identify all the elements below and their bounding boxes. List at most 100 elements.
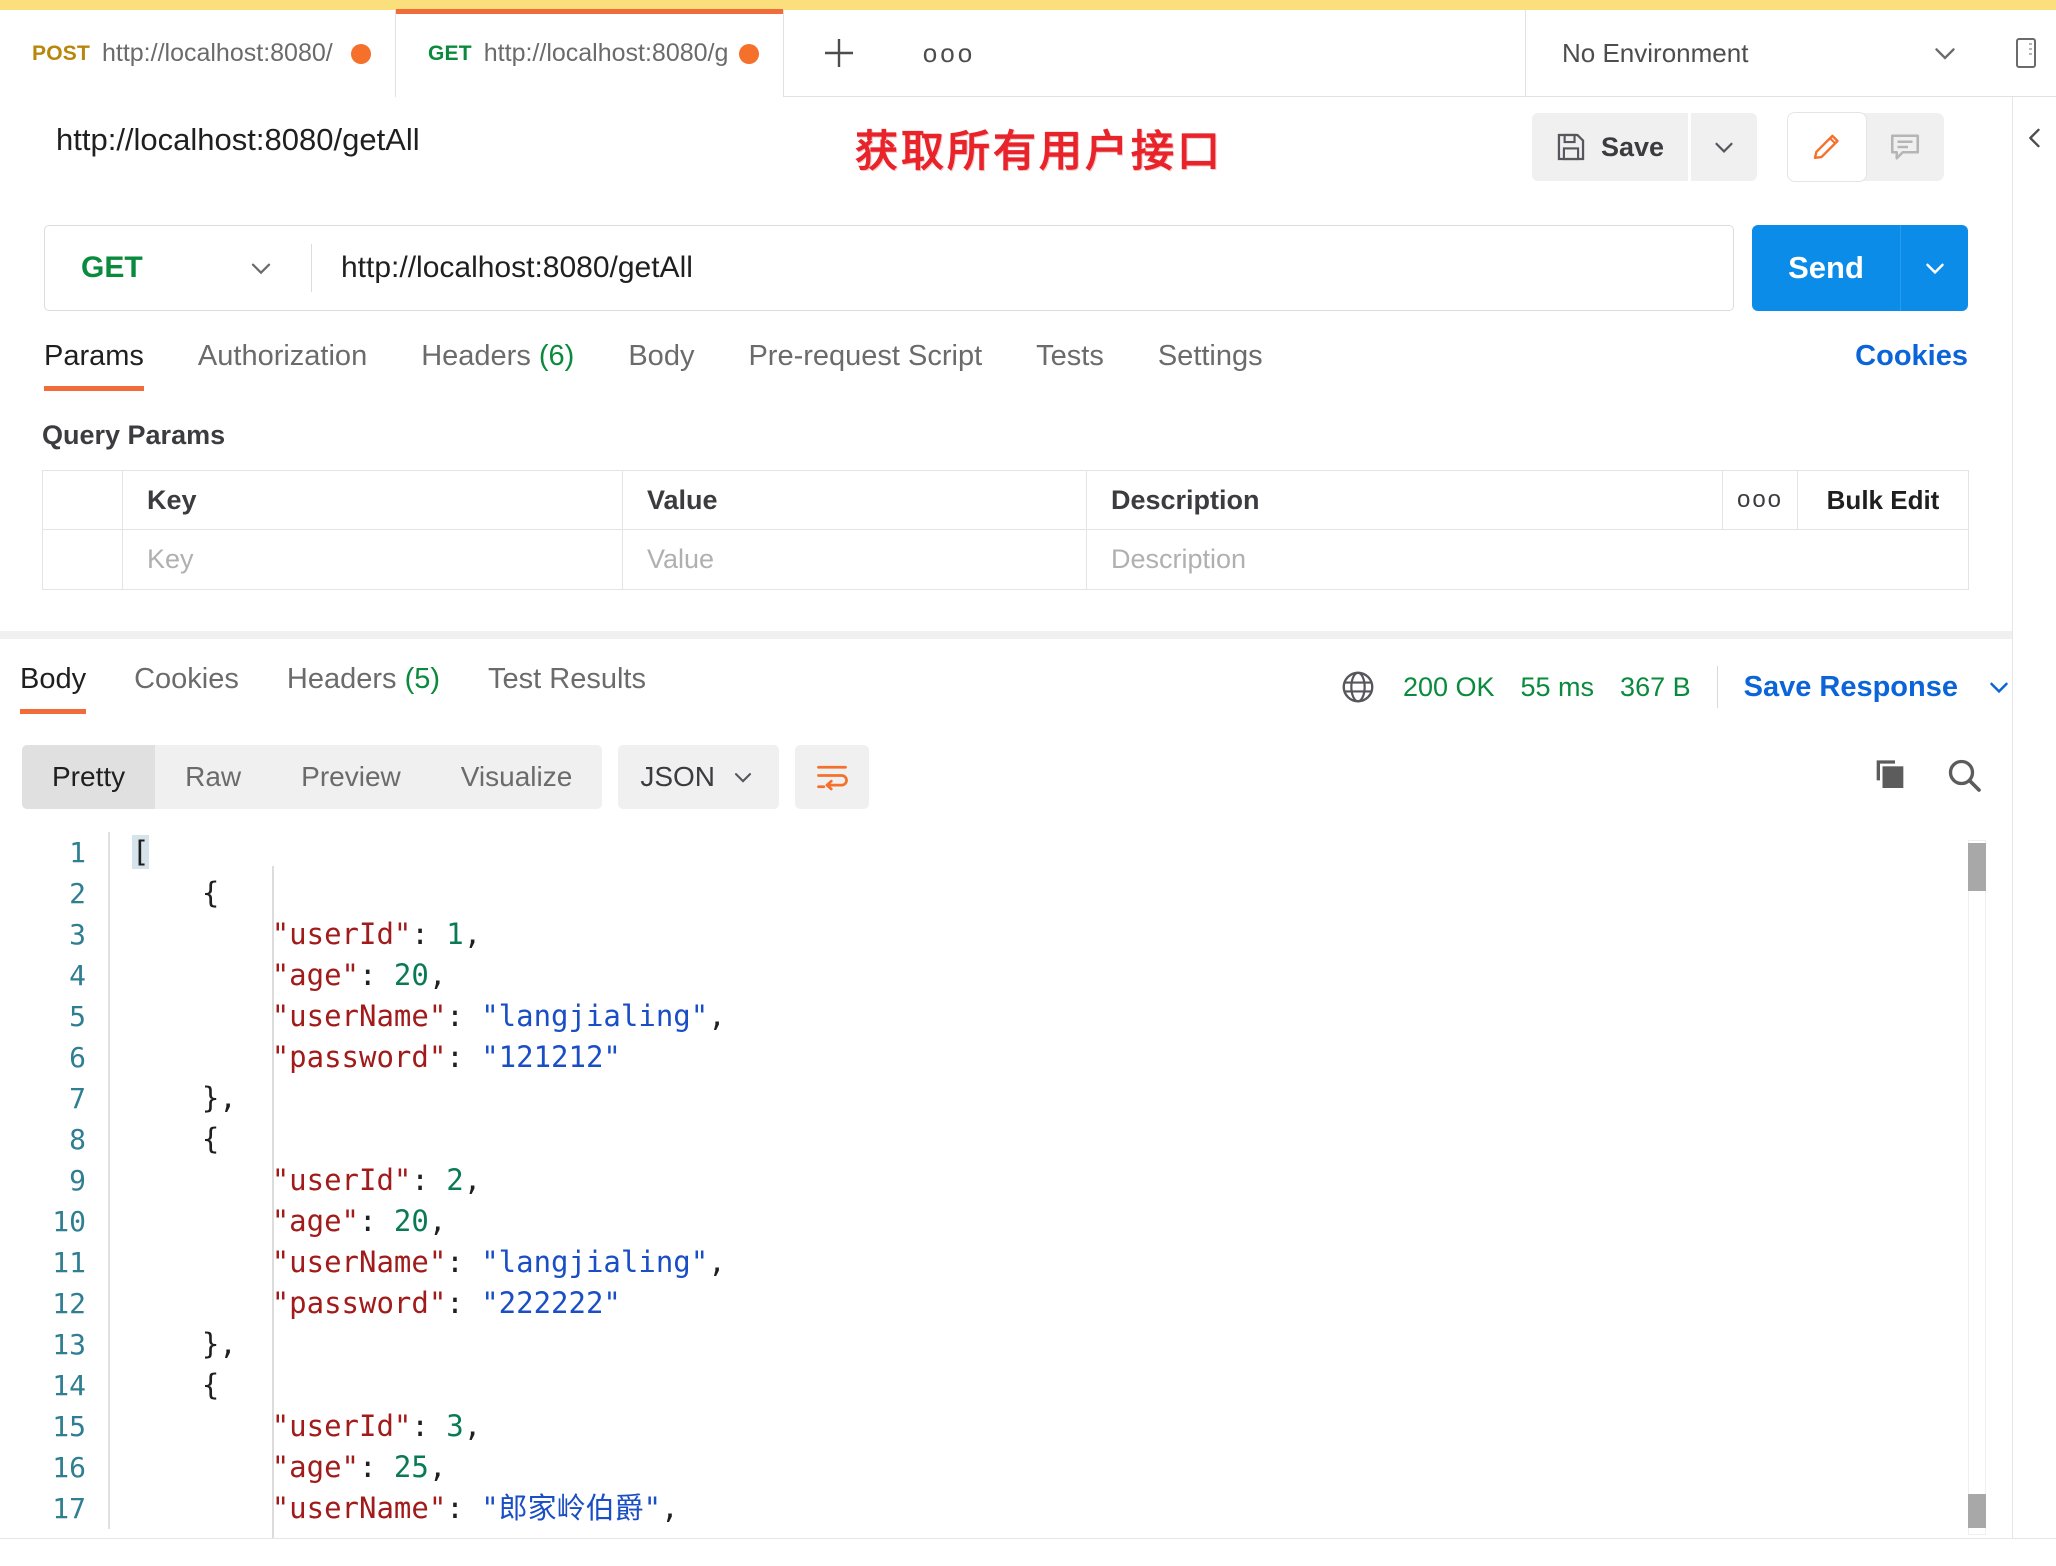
environment-selector[interactable]: No Environment [1526,10,1996,96]
code-token: "222222" [481,1286,621,1320]
table-row: Key Value Description [43,530,1968,589]
code-scrollbar-thumb[interactable] [1968,843,1986,891]
code-line: 3 "userId": 1, [0,914,2012,955]
code-token: { [201,1368,220,1402]
code-text: "age": 20, [110,955,447,996]
tab-pre-request-script[interactable]: Pre-request Script [748,340,982,391]
param-key-input[interactable]: Key [123,530,623,589]
code-token: : [359,1450,394,1484]
code-line: 17 "userName": "郎家岭伯爵", [0,1488,2012,1529]
request-tab-url: http://localhost:8080/g [483,41,727,66]
code-token: 25 [393,1450,429,1484]
code-scrollbar-track[interactable] [1968,840,1986,1535]
tab-label: Settings [1157,340,1263,372]
code-line: 5 "userName": "langjialing", [0,996,2012,1037]
code-line: 13 }, [0,1324,2012,1365]
tab-label: Authorization [197,340,368,372]
save-button[interactable]: Save [1531,113,1688,181]
chevron-down-icon [1715,142,1733,153]
code-token: "121212" [481,1040,621,1074]
environment-quick-look[interactable] [1996,10,2056,96]
response-format-select[interactable]: JSON [618,745,779,809]
request-tab-post[interactable]: POST http://localhost:8080/ [0,10,396,97]
code-line: 11 "userName": "langjialing", [0,1242,2012,1283]
floppy-disk-icon [1557,133,1585,161]
code-token: { [201,876,220,910]
param-value-input[interactable]: Value [623,530,1087,589]
code-token: "age" [271,1450,359,1484]
word-wrap-button[interactable] [795,745,869,809]
response-body-code[interactable]: 1[2 {3 "userId": 1, 4 "age": 20, 5 "userNa… [0,832,2012,1538]
save-options-button[interactable] [1691,113,1757,181]
globe-icon[interactable] [1339,668,1377,706]
bulk-edit-button[interactable]: Bulk Edit [1798,471,1968,529]
code-token: 1 [446,917,464,951]
tab-params[interactable]: Params [44,340,144,391]
edit-request-button[interactable] [1788,113,1866,181]
view-mode-preview[interactable]: Preview [271,745,431,809]
new-tab-button[interactable] [784,10,894,96]
tab-tests[interactable]: Tests [1036,340,1104,391]
code-token: "age" [271,1204,359,1238]
row-checkbox-cell[interactable] [43,530,123,589]
url-input[interactable]: http://localhost:8080/getAll [312,226,1733,310]
line-number: 7 [69,1082,86,1115]
tab-settings[interactable]: Settings [1158,340,1263,391]
code-text: "userId": 2, [110,1160,482,1201]
placeholder-text: Key [147,544,194,574]
http-method-select[interactable]: GET [45,226,311,310]
tab-count: (5) [404,663,441,695]
line-number: 11 [52,1246,86,1279]
response-tab-body[interactable]: Body [20,663,87,714]
tab-count: (6) [538,340,575,372]
code-token: : [446,999,482,1033]
send-options-button[interactable] [1900,225,1968,311]
view-mode-raw[interactable]: Raw [155,745,271,809]
response-tab-cookies[interactable]: Cookies [134,663,239,714]
line-number: 3 [69,918,86,951]
tab-more-button[interactable]: ooo [894,10,1004,96]
tab-authorization[interactable]: Authorization [198,340,367,391]
code-scrollbar-thumb-bottom[interactable] [1968,1494,1986,1528]
page-title: http://localhost:8080/getAll [56,122,420,157]
view-mode-visualize[interactable]: Visualize [431,745,603,809]
response-size: 367 B [1620,671,1691,702]
request-tab-method: POST [32,41,90,65]
response-action-icons [1870,755,1984,795]
request-tab-get[interactable]: GET http://localhost:8080/g [396,9,784,97]
chevron-down-icon[interactable] [1984,672,2014,702]
save-response-button[interactable]: Save Response [1744,671,1958,704]
code-line: 1[ [0,832,2012,873]
code-text: }, [110,1324,237,1365]
code-line: 14 { [0,1365,2012,1406]
column-header-key: Key [123,471,623,530]
params-more-button[interactable]: ooo [1723,471,1798,530]
param-description-input[interactable]: Description [1087,530,1968,589]
response-view-mode-group: Pretty Raw Preview Visualize [22,745,603,809]
pencil-icon [1813,134,1839,159]
select-all-cell[interactable] [43,471,123,530]
response-tab-headers[interactable]: Headers (5) [287,663,440,714]
code-text: "userName": "郎家岭伯爵", [110,1488,679,1529]
send-button[interactable]: Send [1752,225,1900,311]
code-text: { [110,1119,219,1160]
expand-right-sidebar-button[interactable] [2021,121,2049,160]
response-divider[interactable] [0,631,2012,639]
tab-label: Body [20,663,87,695]
copy-icon[interactable] [1870,755,1910,795]
search-icon[interactable] [1944,755,1984,795]
comments-button[interactable] [1866,113,1944,181]
placeholder-text: Description [1111,544,1247,574]
cookies-link[interactable]: Cookies [1855,340,1968,373]
code-text: "userId": 3, [110,1406,482,1447]
tab-body[interactable]: Body [628,340,694,391]
response-tab-test-results[interactable]: Test Results [488,663,646,714]
tab-label: Headers [286,663,397,695]
view-mode-pretty[interactable]: Pretty [22,745,156,809]
chevron-down-icon [734,773,752,783]
tab-headers[interactable]: Headers (6) [421,340,574,391]
code-token: }, [201,1327,237,1361]
code-token: "郎家岭伯爵" [481,1491,662,1525]
send-button-group: Send [1752,225,1968,311]
side-panel-icon [2016,38,2036,68]
